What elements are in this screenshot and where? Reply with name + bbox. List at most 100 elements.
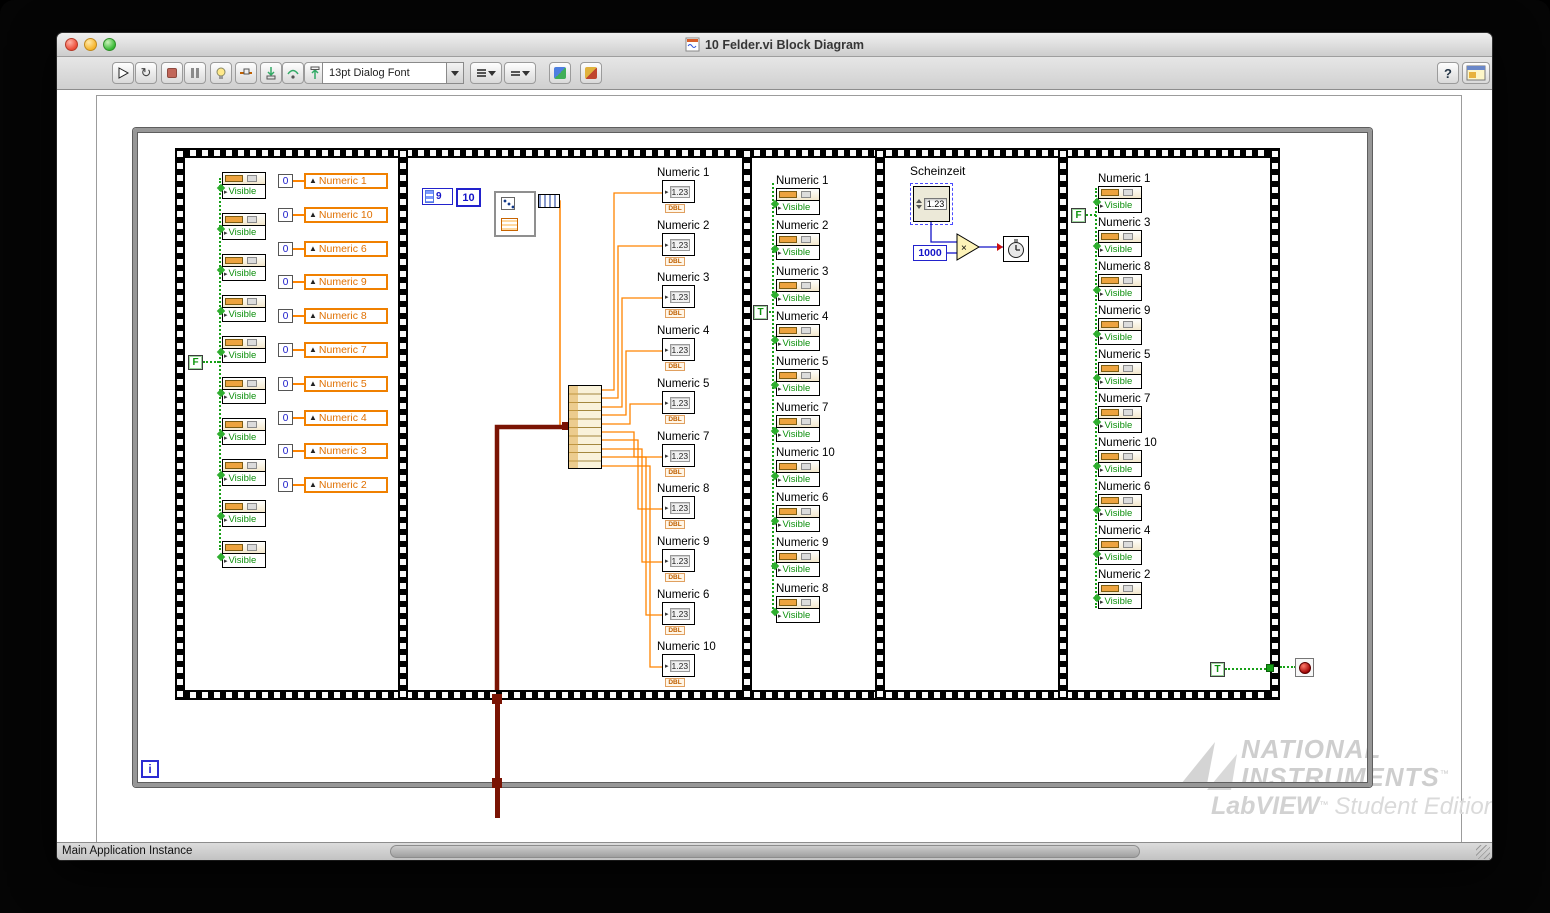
property-node[interactable]: ▸ Visible [216,541,266,568]
indicator-terminal[interactable]: ▸ 1.23 [662,391,695,414]
property-node[interactable]: Numeric 1 ▸ Visible [770,175,828,215]
property-node[interactable]: Numeric 7 ▸ Visible [770,402,828,442]
run-button[interactable] [112,62,134,84]
visible-property-row[interactable]: ▸ Visible [223,431,265,444]
property-node[interactable]: Numeric 10 ▸ Visible [1092,437,1157,477]
local-variable[interactable]: ▲ Numeric 8 [304,308,388,324]
false-constant[interactable]: F [1071,208,1086,223]
distribute-objects-button[interactable] [504,62,536,84]
index-array-node[interactable] [568,385,602,469]
true-constant[interactable]: T [1210,662,1225,677]
wait-ms-multiple-node[interactable] [1003,236,1029,262]
property-node[interactable]: Numeric 4 ▸ Visible [1092,525,1150,565]
array-constant[interactable]: 9 [422,188,453,205]
sequence-frame-5[interactable]: F T Numeric 1 ▸ Visible Numeric 3 ▸ Visibl… [1068,158,1274,690]
title-bar[interactable]: 10 Felder.vi Block Diagram [57,33,1492,57]
visible-property-row[interactable]: ▸ Visible [1099,551,1141,564]
local-variable[interactable]: ▲ Numeric 9 [304,274,388,290]
retain-wire-values-button[interactable] [235,62,257,84]
indicator-terminal[interactable]: ▸ 1.23 [662,549,695,572]
local-variable[interactable]: ▲ Numeric 5 [304,376,388,392]
property-node[interactable]: Numeric 8 ▸ Visible [1092,261,1150,301]
property-node[interactable]: Numeric 6 ▸ Visible [770,492,828,532]
property-node[interactable]: Numeric 4 ▸ Visible [770,311,828,351]
visible-property-row[interactable]: ▸ Visible [1099,331,1141,344]
sequence-frame-1[interactable]: F ▸ Visible ▸ Visible ▸ Visible ▸ Visible [185,158,398,690]
help-button[interactable]: ? [1437,62,1459,84]
visible-property-row[interactable]: ▸ Visible [223,390,265,403]
array-function-node[interactable] [538,194,560,208]
sequence-frame-2[interactable]: 9 10 Numeric 1 ▸ 1.23 DBL Numeric 2 ▸ 1.23… [408,158,742,690]
property-node[interactable]: ▸ Visible [216,295,266,322]
property-node[interactable]: ▸ Visible [216,172,266,199]
count-constant[interactable]: 10 [456,188,481,207]
pause-button[interactable] [184,62,206,84]
property-node[interactable]: Numeric 9 ▸ Visible [1092,305,1150,345]
clean-up-diagram-button[interactable] [549,62,571,84]
local-variable[interactable]: ▲ Numeric 4 [304,410,388,426]
font-dropdown-arrow[interactable] [446,62,464,84]
property-node[interactable]: ▸ Visible [216,418,266,445]
loop-condition-terminal[interactable] [1295,658,1314,677]
indicator-terminal[interactable]: ▸ 1.23 [662,180,695,203]
local-variable[interactable]: ▲ Numeric 10 [304,207,388,223]
visible-property-row[interactable]: ▸ Visible [1099,463,1141,476]
visible-property-row[interactable]: ▸ Visible [1099,595,1141,608]
numeric-indicator[interactable]: Numeric 5 ▸ 1.23 DBL [655,378,725,424]
highlight-execution-button[interactable] [210,62,232,84]
property-node[interactable]: ▸ Visible [216,500,266,527]
property-node[interactable]: ▸ Visible [216,213,266,240]
local-variable[interactable]: ▲ Numeric 6 [304,241,388,257]
property-node[interactable]: Numeric 1 ▸ Visible [1092,173,1150,213]
numeric-indicator[interactable]: Numeric 3 ▸ 1.23 DBL [655,272,725,318]
visible-property-row[interactable]: ▸ Visible [777,201,819,214]
property-node[interactable]: Numeric 6 ▸ Visible [1092,481,1150,521]
resize-grip[interactable] [1476,845,1490,859]
context-help-button[interactable] [1462,62,1490,84]
numeric-constant[interactable]: 0 [278,377,293,391]
indicator-terminal[interactable]: ▸ 1.23 [662,444,695,467]
iteration-terminal[interactable]: i [141,760,159,778]
abort-button[interactable] [161,62,183,84]
reorder-objects-button[interactable] [580,62,602,84]
numeric-constant[interactable]: 0 [278,411,293,425]
step-into-button[interactable] [260,62,282,84]
visible-property-row[interactable]: ▸ Visible [1099,199,1141,212]
numeric-indicator[interactable]: Numeric 2 ▸ 1.23 DBL [655,220,725,266]
property-node[interactable]: Numeric 5 ▸ Visible [1092,349,1150,389]
visible-property-row[interactable]: ▸ Visible [777,428,819,441]
numeric-constant[interactable]: 0 [278,275,293,289]
numeric-constant[interactable]: 0 [278,174,293,188]
numeric-constant[interactable]: 0 [278,343,293,357]
numeric-constant[interactable]: 0 [278,444,293,458]
property-node[interactable]: ▸ Visible [216,336,266,363]
property-node[interactable]: Numeric 2 ▸ Visible [770,220,828,260]
numeric-indicator[interactable]: Numeric 7 ▸ 1.23 DBL [655,431,725,477]
numeric-indicator[interactable]: Numeric 9 ▸ 1.23 DBL [655,536,725,582]
false-constant[interactable]: F [188,355,203,370]
numeric-constant[interactable]: 0 [278,309,293,323]
indicator-terminal[interactable]: ▸ 1.23 [662,496,695,519]
property-node[interactable]: ▸ Visible [216,254,266,281]
indicator-terminal[interactable]: ▸ 1.23 [662,654,695,677]
property-node[interactable]: Numeric 10 ▸ Visible [770,447,835,487]
property-node[interactable]: Numeric 3 ▸ Visible [770,266,828,306]
local-variable[interactable]: ▲ Numeric 1 [304,173,388,189]
numeric-constant[interactable]: 0 [278,242,293,256]
align-objects-button[interactable] [470,62,502,84]
visible-property-row[interactable]: ▸ Visible [777,473,819,486]
visible-property-row[interactable]: ▸ Visible [1099,375,1141,388]
visible-property-row[interactable]: ▸ Visible [223,226,265,239]
visible-property-row[interactable]: ▸ Visible [223,513,265,526]
numeric-indicator[interactable]: Numeric 10 ▸ 1.23 DBL [655,641,725,687]
property-node[interactable]: Numeric 7 ▸ Visible [1092,393,1150,433]
milliseconds-constant[interactable]: 1000 [913,245,947,261]
local-variable[interactable]: ▲ Numeric 3 [304,443,388,459]
property-node[interactable]: ▸ Visible [216,377,266,404]
property-node[interactable]: Numeric 9 ▸ Visible [770,537,828,577]
true-constant[interactable]: T [753,305,768,320]
numeric-constant[interactable]: 0 [278,208,293,222]
numeric-constant[interactable]: 0 [278,478,293,492]
property-node[interactable]: ▸ Visible [216,459,266,486]
visible-property-row[interactable]: ▸ Visible [223,267,265,280]
